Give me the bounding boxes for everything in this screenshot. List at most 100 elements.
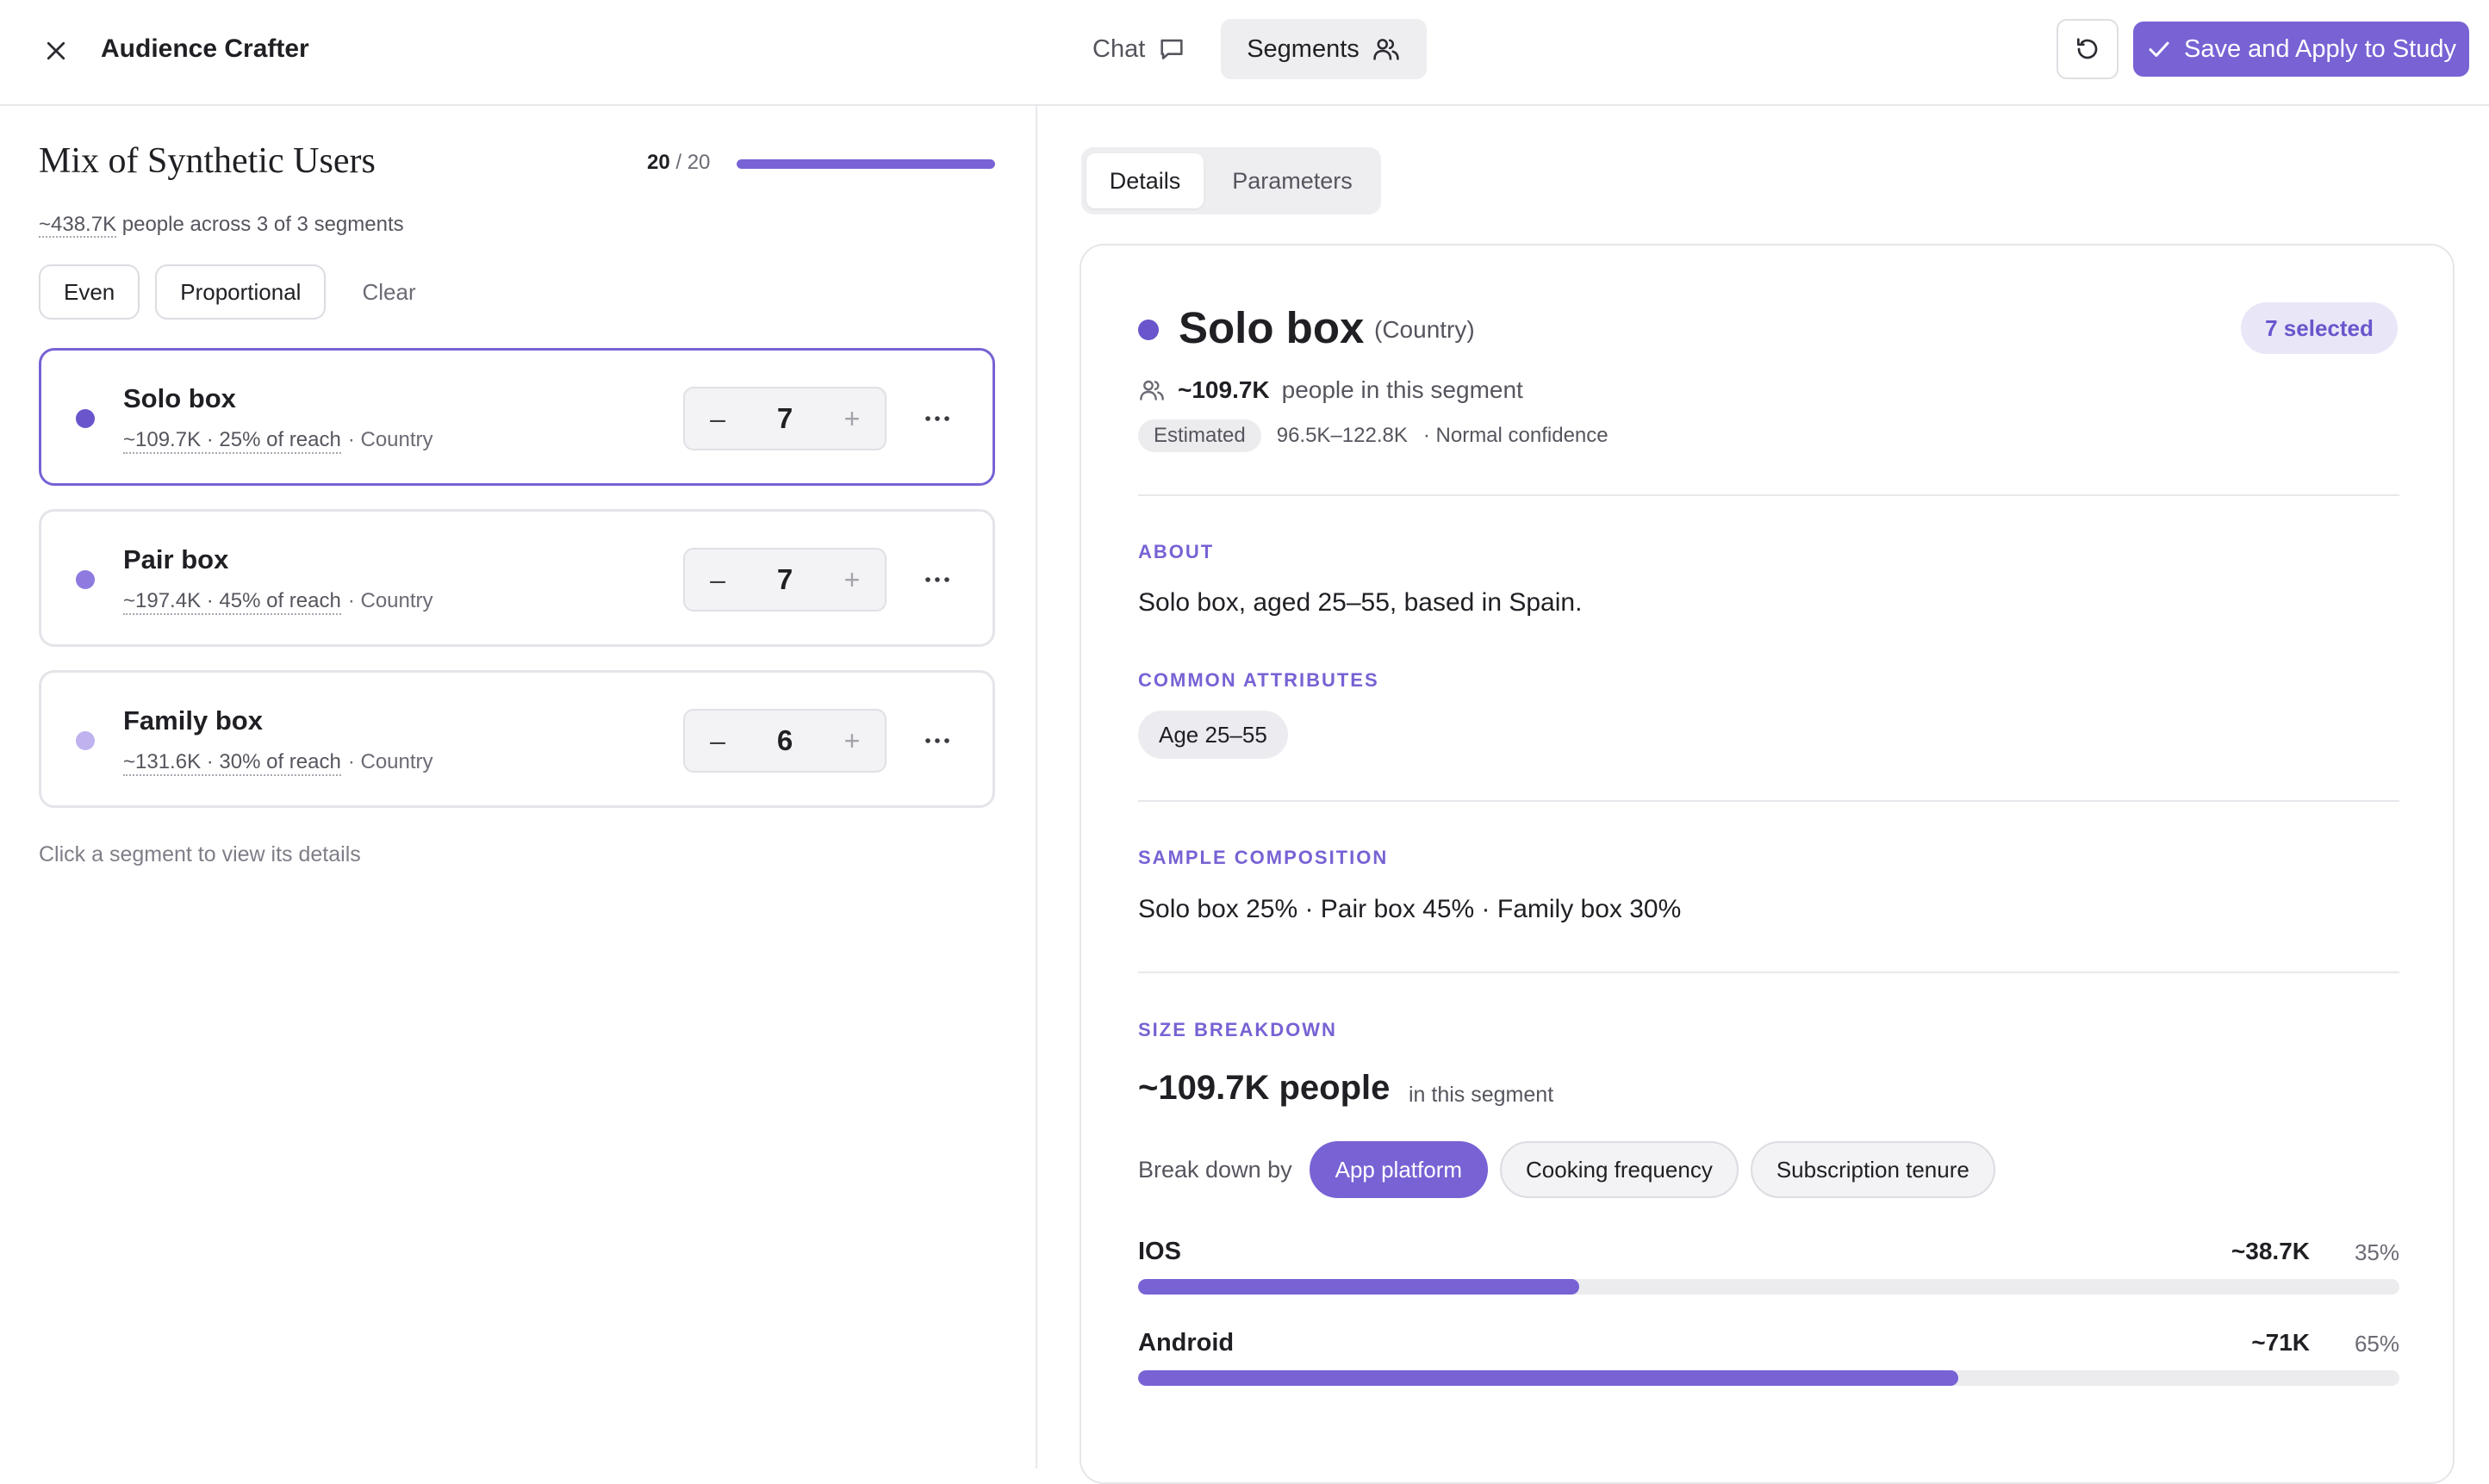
estimate-row: Estimated 96.5K–122.8K · Normal confiden… — [1138, 419, 1609, 452]
check-icon — [2149, 41, 2169, 57]
breakdown-bar-track — [1138, 1279, 2399, 1295]
common-attributes-label: COMMON ATTRIBUTES — [1138, 669, 1379, 691]
decrement-button[interactable]: – — [685, 711, 750, 771]
increment-button[interactable]: + — [819, 550, 885, 610]
breakdown-bar-fill — [1138, 1370, 1958, 1386]
clear-button[interactable]: Clear — [341, 264, 436, 320]
breakdown-option-app-platform[interactable]: App platform — [1309, 1141, 1489, 1198]
people-count-value: ~109.7K — [1178, 376, 1270, 403]
segment-name: Family box — [123, 705, 263, 736]
save-and-apply-button[interactable]: Save and Apply to Study — [2133, 22, 2469, 77]
breakdown-label: Break down by — [1138, 1156, 1292, 1183]
breakdown-bar-count: ~71K — [2251, 1329, 2310, 1356]
about-text: Solo box, aged 25–55, based in Spain. — [1138, 588, 1583, 617]
breakdown-bar-percent: 35% — [2354, 1239, 2399, 1265]
segment-card-family-box[interactable]: Family box ~131.6K · 30% of reach · Coun… — [39, 670, 995, 808]
chat-mode-button[interactable]: Chat — [1077, 19, 1202, 79]
user-count-readout: 20 / 20 — [647, 151, 710, 175]
more-horizontal-icon — [925, 577, 949, 582]
size-breakdown-subtext: in this segment — [1409, 1083, 1554, 1107]
segment-mix-panel: Mix of Synthetic Users 20 / 20 ~438.7K p… — [0, 106, 1037, 1468]
close-icon — [47, 41, 65, 60]
tab-details[interactable]: Details — [1086, 153, 1204, 208]
breakdown-bar-percent: 65% — [2354, 1331, 2399, 1357]
segment-name: Solo box — [123, 383, 236, 413]
segment-hint: Click a segment to view its details — [39, 842, 361, 866]
segment-reach: ~131.6K · 30% of reach — [123, 750, 341, 776]
segment-card-solo-box[interactable]: Solo box ~109.7K · 25% of reach · Countr… — [39, 348, 995, 486]
more-horizontal-icon — [925, 738, 949, 743]
segment-count-stepper: – 7 + — [683, 387, 887, 450]
segment-detail-card: Solo box (Country) 7 selected ~109.7K pe… — [1080, 244, 2455, 1484]
breakdown-option-cooking-frequency[interactable]: Cooking frequency — [1500, 1141, 1739, 1198]
segment-count-value[interactable]: 6 — [750, 724, 819, 757]
mix-title: Mix of Synthetic Users — [39, 141, 376, 181]
segment-count-stepper: – 6 + — [683, 709, 887, 773]
breakdown-bar-count: ~38.7K — [2231, 1238, 2310, 1264]
reach-total: ~438.7K — [39, 213, 117, 238]
user-count-progress — [737, 159, 995, 169]
app-title: Audience Crafter — [101, 34, 309, 63]
breakdown-bar-track — [1138, 1370, 2399, 1386]
segment-color-dot — [76, 570, 95, 589]
increment-button[interactable]: + — [819, 388, 885, 449]
decrement-button[interactable]: – — [685, 388, 750, 449]
reset-button[interactable] — [2057, 19, 2119, 79]
segment-color-dot — [76, 731, 95, 750]
people-count-suffix: people in this segment — [1281, 376, 1523, 403]
segment-people-count: ~109.7K people in this segment — [1138, 376, 1523, 404]
sample-composition-label: SAMPLE COMPOSITION — [1138, 847, 1389, 868]
segment-color-dot — [1138, 320, 1159, 340]
more-horizontal-icon — [925, 416, 949, 421]
proportional-button[interactable]: Proportional — [155, 264, 327, 320]
breakdown-bar-fill — [1138, 1279, 1580, 1295]
segment-more-button[interactable] — [914, 395, 961, 442]
segment-meta: ~131.6K · 30% of reach · Country — [123, 750, 433, 776]
chat-bubble-icon — [1160, 39, 1183, 59]
breakdown-bar-name: IOS — [1138, 1238, 1181, 1265]
segment-detail-title: Solo box — [1179, 303, 1365, 352]
segment-count-stepper: – 7 + — [683, 548, 887, 612]
segment-type: · Country — [347, 589, 433, 612]
estimated-badge: Estimated — [1138, 419, 1261, 452]
decrement-button[interactable]: – — [685, 550, 750, 610]
attribute-chip: Age 25–55 — [1138, 711, 1288, 759]
segment-reach: ~197.4K · 45% of reach — [123, 589, 341, 615]
confidence-text: · Normal confidence — [1422, 424, 1609, 447]
segment-more-button[interactable] — [914, 717, 961, 764]
segment-reach: ~109.7K · 25% of reach — [123, 428, 341, 454]
users-icon — [1373, 39, 1399, 60]
selected-count-badge: 7 selected — [2241, 302, 2398, 354]
detail-tabs: Details Parameters — [1081, 147, 1381, 214]
segment-type: · Country — [347, 428, 433, 451]
reach-summary-text: people across 3 of 3 segments — [121, 213, 404, 236]
segment-count-value[interactable]: 7 — [750, 563, 819, 596]
segment-card-pair-box[interactable]: Pair box ~197.4K · 45% of reach · Countr… — [39, 509, 995, 647]
user-count-progress-fill — [737, 159, 995, 169]
even-button[interactable]: Even — [39, 264, 140, 320]
segment-more-button[interactable] — [914, 556, 961, 603]
breakdown-option-subscription-tenure[interactable]: Subscription tenure — [1750, 1141, 1995, 1198]
breakdown-selector: Break down by App platform Cooking frequ… — [1138, 1141, 1995, 1198]
save-button-label: Save and Apply to Study — [2184, 34, 2456, 63]
segment-name: Pair box — [123, 544, 229, 574]
segment-count-value[interactable]: 7 — [750, 402, 819, 435]
breakdown-bar-name: Android — [1138, 1329, 1235, 1357]
divider — [1138, 972, 2399, 973]
segment-color-dot — [76, 409, 95, 428]
chat-mode-label: Chat — [1092, 34, 1146, 63]
user-count-total: / 20 — [675, 151, 711, 174]
reach-summary: ~438.7K people across 3 of 3 segments — [39, 213, 404, 238]
divider — [1138, 800, 2399, 802]
segment-meta: ~197.4K · 45% of reach · Country — [123, 589, 433, 615]
segments-mode-button[interactable]: Segments — [1221, 19, 1427, 79]
size-breakdown-label: SIZE BREAKDOWN — [1138, 1019, 1337, 1040]
user-count-current: 20 — [647, 151, 670, 174]
segment-type: · Country — [347, 750, 433, 773]
close-button[interactable] — [34, 29, 78, 72]
increment-button[interactable]: + — [819, 711, 885, 771]
allocation-controls: Even Proportional Clear — [39, 264, 437, 320]
about-label: ABOUT — [1138, 541, 1215, 562]
sample-composition-text: Solo box 25% · Pair box 45% · Family box… — [1138, 895, 1682, 923]
tab-parameters[interactable]: Parameters — [1209, 153, 1376, 208]
